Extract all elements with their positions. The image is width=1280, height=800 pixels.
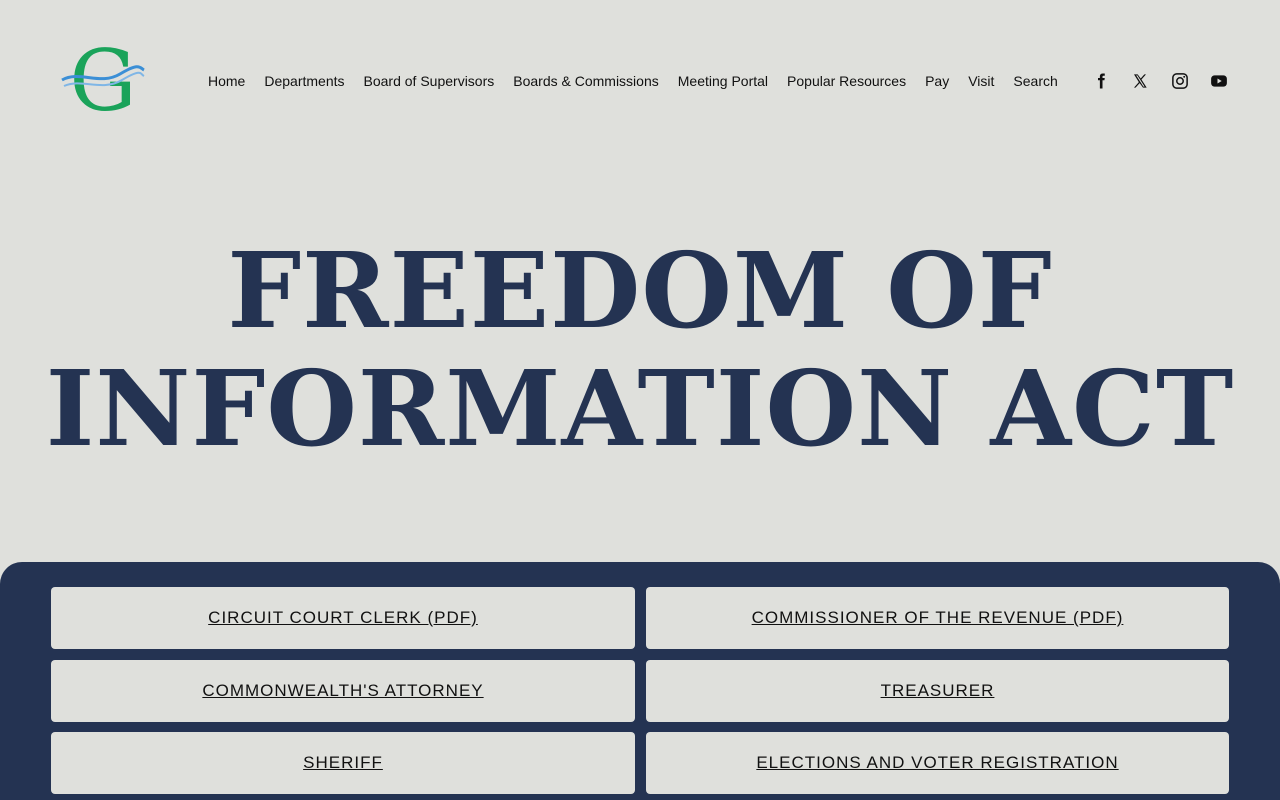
page-title: FREEDOM OF INFORMATION ACT: [0, 232, 1280, 468]
elections-voter-registration-button[interactable]: ELECTIONS AND VOTER REGISTRATION: [646, 732, 1229, 794]
main-nav: Home Departments Board of Supervisors Bo…: [208, 71, 1058, 91]
county-logo[interactable]: G: [60, 32, 146, 130]
x-icon[interactable]: [1129, 70, 1151, 92]
page-title-line-1: FREEDOM OF: [227, 229, 1053, 352]
commonwealths-attorney-button[interactable]: COMMONWEALTH'S ATTORNEY: [51, 660, 635, 722]
nav-search[interactable]: Search: [1013, 71, 1057, 91]
nav-home[interactable]: Home: [208, 71, 245, 91]
nav-visit[interactable]: Visit: [968, 71, 994, 91]
nav-pay[interactable]: Pay: [925, 71, 949, 91]
page-title-line-2: INFORMATION ACT: [45, 347, 1235, 470]
youtube-icon[interactable]: [1208, 70, 1230, 92]
commissioner-of-revenue-button[interactable]: COMMISSIONER OF THE REVENUE (PDF): [646, 587, 1229, 649]
site-header: G Home Departments Board of Supervisors …: [0, 0, 1280, 160]
nav-departments[interactable]: Departments: [264, 71, 344, 91]
nav-meeting-portal[interactable]: Meeting Portal: [678, 71, 768, 91]
instagram-icon[interactable]: [1169, 70, 1191, 92]
sheriff-button[interactable]: SHERIFF: [51, 732, 635, 794]
treasurer-button[interactable]: TREASURER: [646, 660, 1229, 722]
foia-links-panel: CIRCUIT COURT CLERK (PDF) COMMISSIONER O…: [0, 562, 1280, 800]
nav-board-of-supervisors[interactable]: Board of Supervisors: [364, 71, 495, 91]
county-g-logo-icon: G: [61, 32, 145, 130]
circuit-court-clerk-button[interactable]: CIRCUIT COURT CLERK (PDF): [51, 587, 635, 649]
nav-popular-resources[interactable]: Popular Resources: [787, 71, 906, 91]
facebook-icon[interactable]: [1090, 70, 1112, 92]
social-links: [1090, 70, 1230, 92]
nav-boards-commissions[interactable]: Boards & Commissions: [513, 71, 659, 91]
